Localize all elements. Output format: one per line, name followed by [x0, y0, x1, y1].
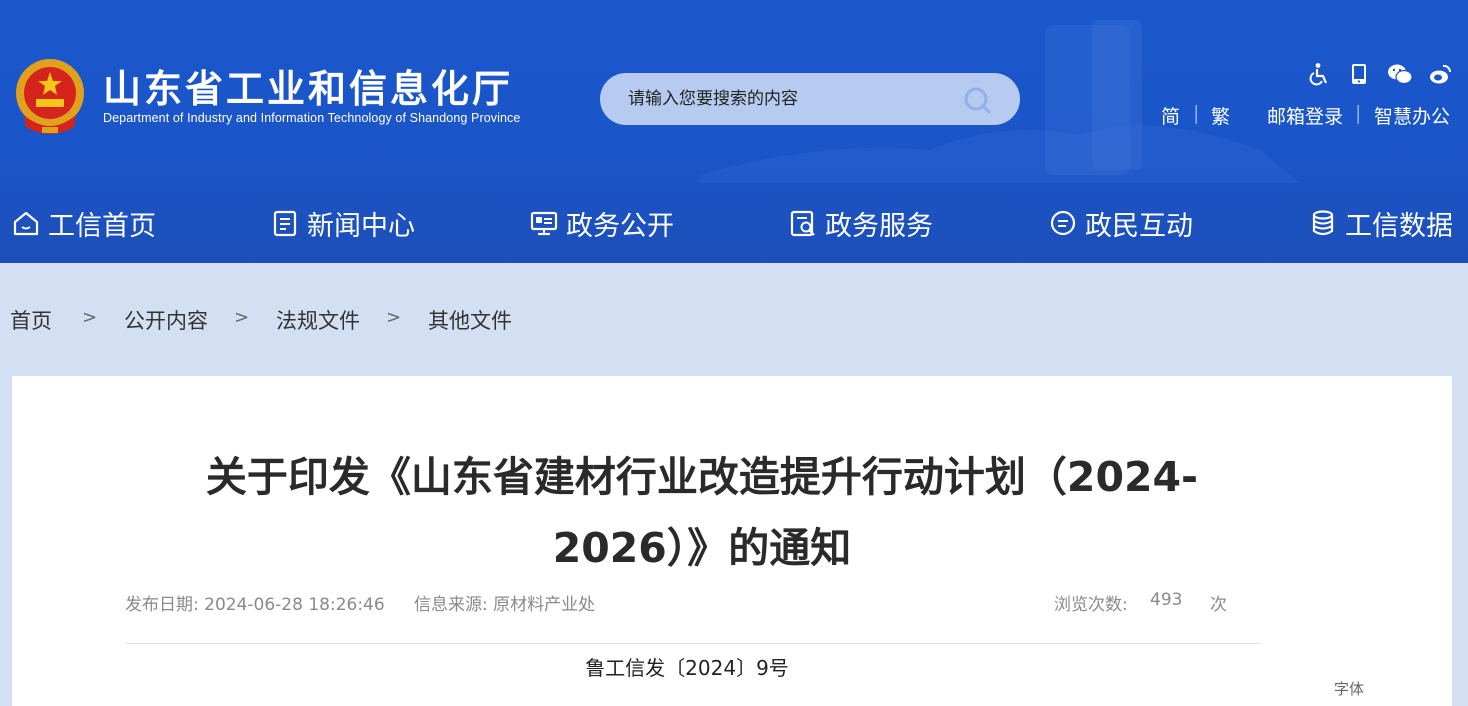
nav-item-label: 新闻中心: [307, 210, 415, 242]
article-title: 关于印发《山东省建材行业改造提升行动计划（2024- 2026）》的通知: [142, 442, 1262, 584]
font-size-control[interactable]: 字体: [1334, 678, 1364, 699]
link-separator: |: [1193, 102, 1200, 124]
views-unit: 次: [1210, 595, 1227, 615]
database-icon: [1312, 210, 1334, 236]
search-input[interactable]: [628, 73, 948, 125]
nav-item-government-services[interactable]: 政务服务: [789, 183, 933, 263]
main-nav: 工信首页 新闻中心 政务公开 政务服务 政民互动 工信数据: [0, 183, 1468, 263]
nav-item-label: 政民互动: [1085, 210, 1193, 242]
link-separator: |: [1355, 102, 1362, 124]
nav-item-label: 工信首页: [48, 210, 156, 242]
accessibility-icon[interactable]: [1308, 62, 1332, 86]
service-icon: [790, 210, 815, 237]
mail-login-link[interactable]: 邮箱登录: [1267, 102, 1343, 129]
article-title-line2: 2026）》的通知: [552, 524, 852, 572]
nav-item-data[interactable]: 工信数据: [1309, 183, 1453, 263]
mobile-icon[interactable]: [1347, 62, 1371, 86]
info-source: 信息来源: 原材料产业处: [414, 595, 596, 615]
meta-divider: [125, 643, 1260, 644]
site-title: 山东省工业和信息化厅: [103, 67, 514, 111]
nav-item-news[interactable]: 新闻中心: [271, 183, 415, 263]
views-count: 493: [1150, 590, 1183, 610]
search-icon[interactable]: [962, 86, 992, 114]
article-card: 关于印发《山东省建材行业改造提升行动计划（2024- 2026）》的通知 发布日…: [12, 376, 1452, 706]
breadcrumb-home[interactable]: 首页: [10, 305, 52, 335]
chat-icon: [1050, 210, 1076, 236]
breadcrumb-separator: >: [82, 307, 98, 328]
breadcrumb-regulations[interactable]: 法规文件: [276, 305, 360, 335]
breadcrumb-other-files[interactable]: 其他文件: [428, 305, 512, 335]
site-subtitle: Department of Industry and Information T…: [103, 111, 521, 125]
traditional-chinese-link[interactable]: 繁: [1211, 102, 1230, 129]
nav-item-label: 工信数据: [1345, 210, 1453, 242]
news-icon: [273, 210, 297, 237]
weibo-icon[interactable]: [1428, 62, 1452, 86]
breadcrumb-separator: >: [386, 307, 402, 328]
nav-item-label: 政务公开: [566, 210, 674, 242]
document-number: 鲁工信发〔2024〕9号: [585, 656, 789, 680]
simplified-chinese-link[interactable]: 简: [1161, 102, 1180, 129]
nav-item-home[interactable]: 工信首页: [12, 183, 156, 263]
publish-date: 发布日期: 2024-06-28 18:26:46: [125, 595, 385, 615]
article-title-line1: 关于印发《山东省建材行业改造提升行动计划（2024-: [205, 453, 1199, 501]
breadcrumb-separator: >: [234, 307, 250, 328]
views-label: 浏览次数:: [1054, 595, 1128, 615]
search-box: [600, 73, 1020, 125]
screen-icon: [530, 211, 558, 236]
breadcrumb-public-content[interactable]: 公开内容: [124, 305, 208, 335]
site-header: 山东省工业和信息化厅 Department of Industry and In…: [0, 0, 1468, 263]
home-icon: [13, 211, 39, 236]
nav-item-government-affairs[interactable]: 政务公开: [530, 183, 674, 263]
national-emblem-icon: [16, 59, 84, 134]
smart-office-link[interactable]: 智慧办公: [1374, 102, 1450, 129]
nav-item-label: 政务服务: [825, 210, 933, 242]
nav-item-interaction[interactable]: 政民互动: [1049, 183, 1193, 263]
wechat-icon[interactable]: [1387, 62, 1413, 86]
